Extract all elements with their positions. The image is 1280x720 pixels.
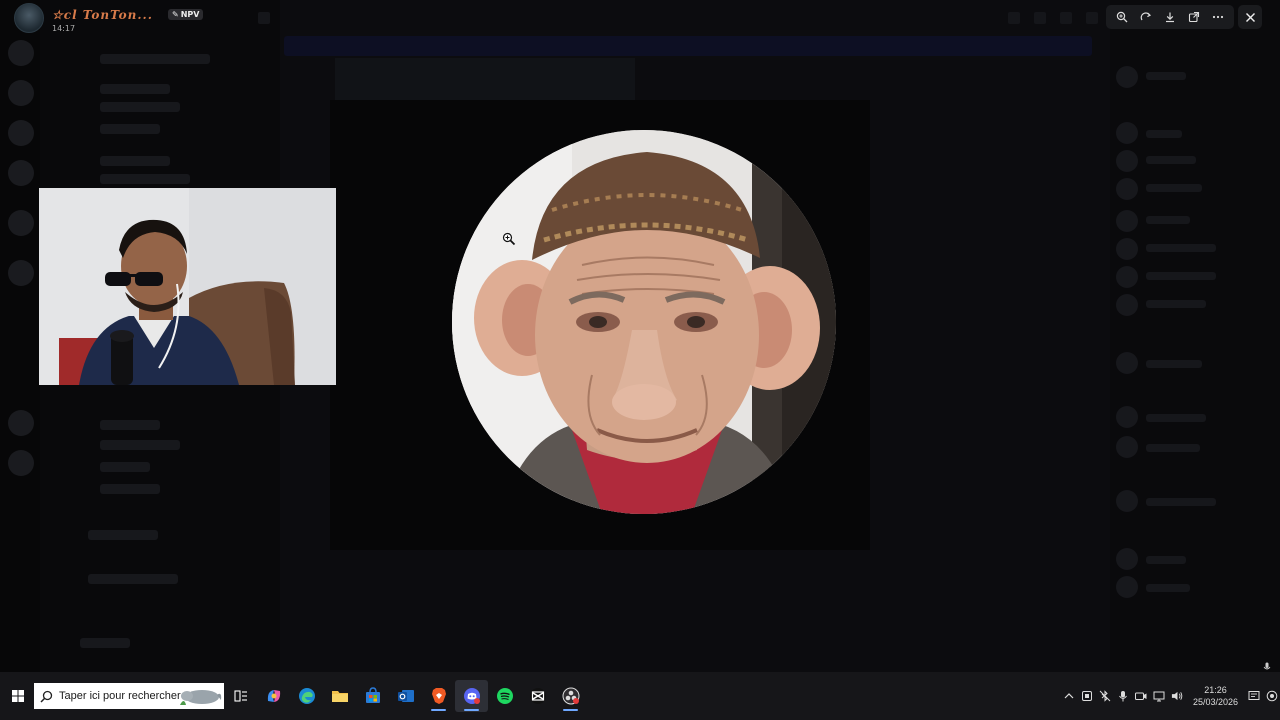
tray-app-icon[interactable]	[1081, 690, 1093, 702]
discord-icon[interactable]	[455, 680, 488, 712]
camera-icon[interactable]	[1134, 690, 1147, 702]
taskbar-search-box[interactable]: Taper ici pour rechercher	[34, 683, 224, 709]
server-sidebar	[0, 0, 40, 672]
close-icon	[1245, 12, 1255, 22]
volume-icon[interactable]	[1171, 690, 1183, 702]
notifications-icon[interactable]	[1248, 690, 1260, 702]
download-icon[interactable]	[1160, 7, 1180, 27]
edge-icon[interactable]	[290, 680, 323, 712]
system-tray: 21:26 25/03/2026	[1063, 672, 1280, 720]
start-button[interactable]	[2, 680, 34, 712]
obs-icon[interactable]	[554, 680, 587, 712]
clock-date: 25/03/2026	[1192, 697, 1238, 707]
mic-indicator-icon	[1263, 662, 1271, 670]
video-thumbnail-strip	[335, 58, 635, 102]
close-viewer-button[interactable]	[1238, 5, 1262, 29]
member-list	[1110, 0, 1280, 672]
npv-badge: ✎ NPV	[168, 8, 204, 20]
search-highlight-manatee-icon	[180, 690, 222, 705]
file-explorer-icon[interactable]	[323, 680, 356, 712]
bluetooth-off-icon[interactable]	[1099, 690, 1111, 702]
windows-taskbar: Taper ici pour rechercher 21:26 25/03/20…	[0, 672, 1280, 720]
microsoft-store-icon[interactable]	[356, 680, 389, 712]
clock-time: 21:26	[1204, 685, 1227, 695]
webcam-overlay	[39, 188, 336, 385]
npv-badge-label: NPV	[180, 9, 200, 19]
search-placeholder: Taper ici pour rechercher	[59, 690, 181, 702]
post-time: 14:17	[52, 23, 76, 33]
windows-logo-icon	[12, 690, 24, 702]
outlook-icon[interactable]	[389, 680, 422, 712]
task-view-icon[interactable]	[224, 680, 257, 712]
search-icon	[40, 690, 53, 703]
copilot-icon[interactable]	[257, 680, 290, 712]
spotify-icon[interactable]	[488, 680, 521, 712]
author-name[interactable]: ☆cl TonTon...	[52, 8, 153, 22]
network-icon[interactable]	[1153, 690, 1165, 702]
more-icon[interactable]	[1208, 7, 1228, 27]
viewed-image[interactable]	[452, 130, 836, 514]
zoom-in-icon[interactable]	[1112, 7, 1132, 27]
pen-icon: ✎	[172, 9, 179, 19]
taskbar-clock[interactable]: 21:26 25/03/2026	[1193, 684, 1238, 708]
microphone-icon[interactable]	[1117, 690, 1129, 702]
author-avatar[interactable]	[14, 3, 44, 33]
chevron-up-icon[interactable]	[1063, 690, 1075, 702]
rotate-icon[interactable]	[1136, 7, 1156, 27]
open-external-icon[interactable]	[1184, 7, 1204, 27]
author-profile[interactable]: ☆cl TonTon... ✎ NPV 14:17	[14, 3, 204, 33]
brave-icon[interactable]	[422, 680, 455, 712]
image-viewer-toolbar	[1106, 5, 1234, 29]
zoom-cursor-icon	[502, 232, 516, 246]
focus-icon[interactable]	[1266, 690, 1278, 702]
top-banner	[284, 36, 1092, 56]
capcut-icon[interactable]	[521, 680, 554, 712]
